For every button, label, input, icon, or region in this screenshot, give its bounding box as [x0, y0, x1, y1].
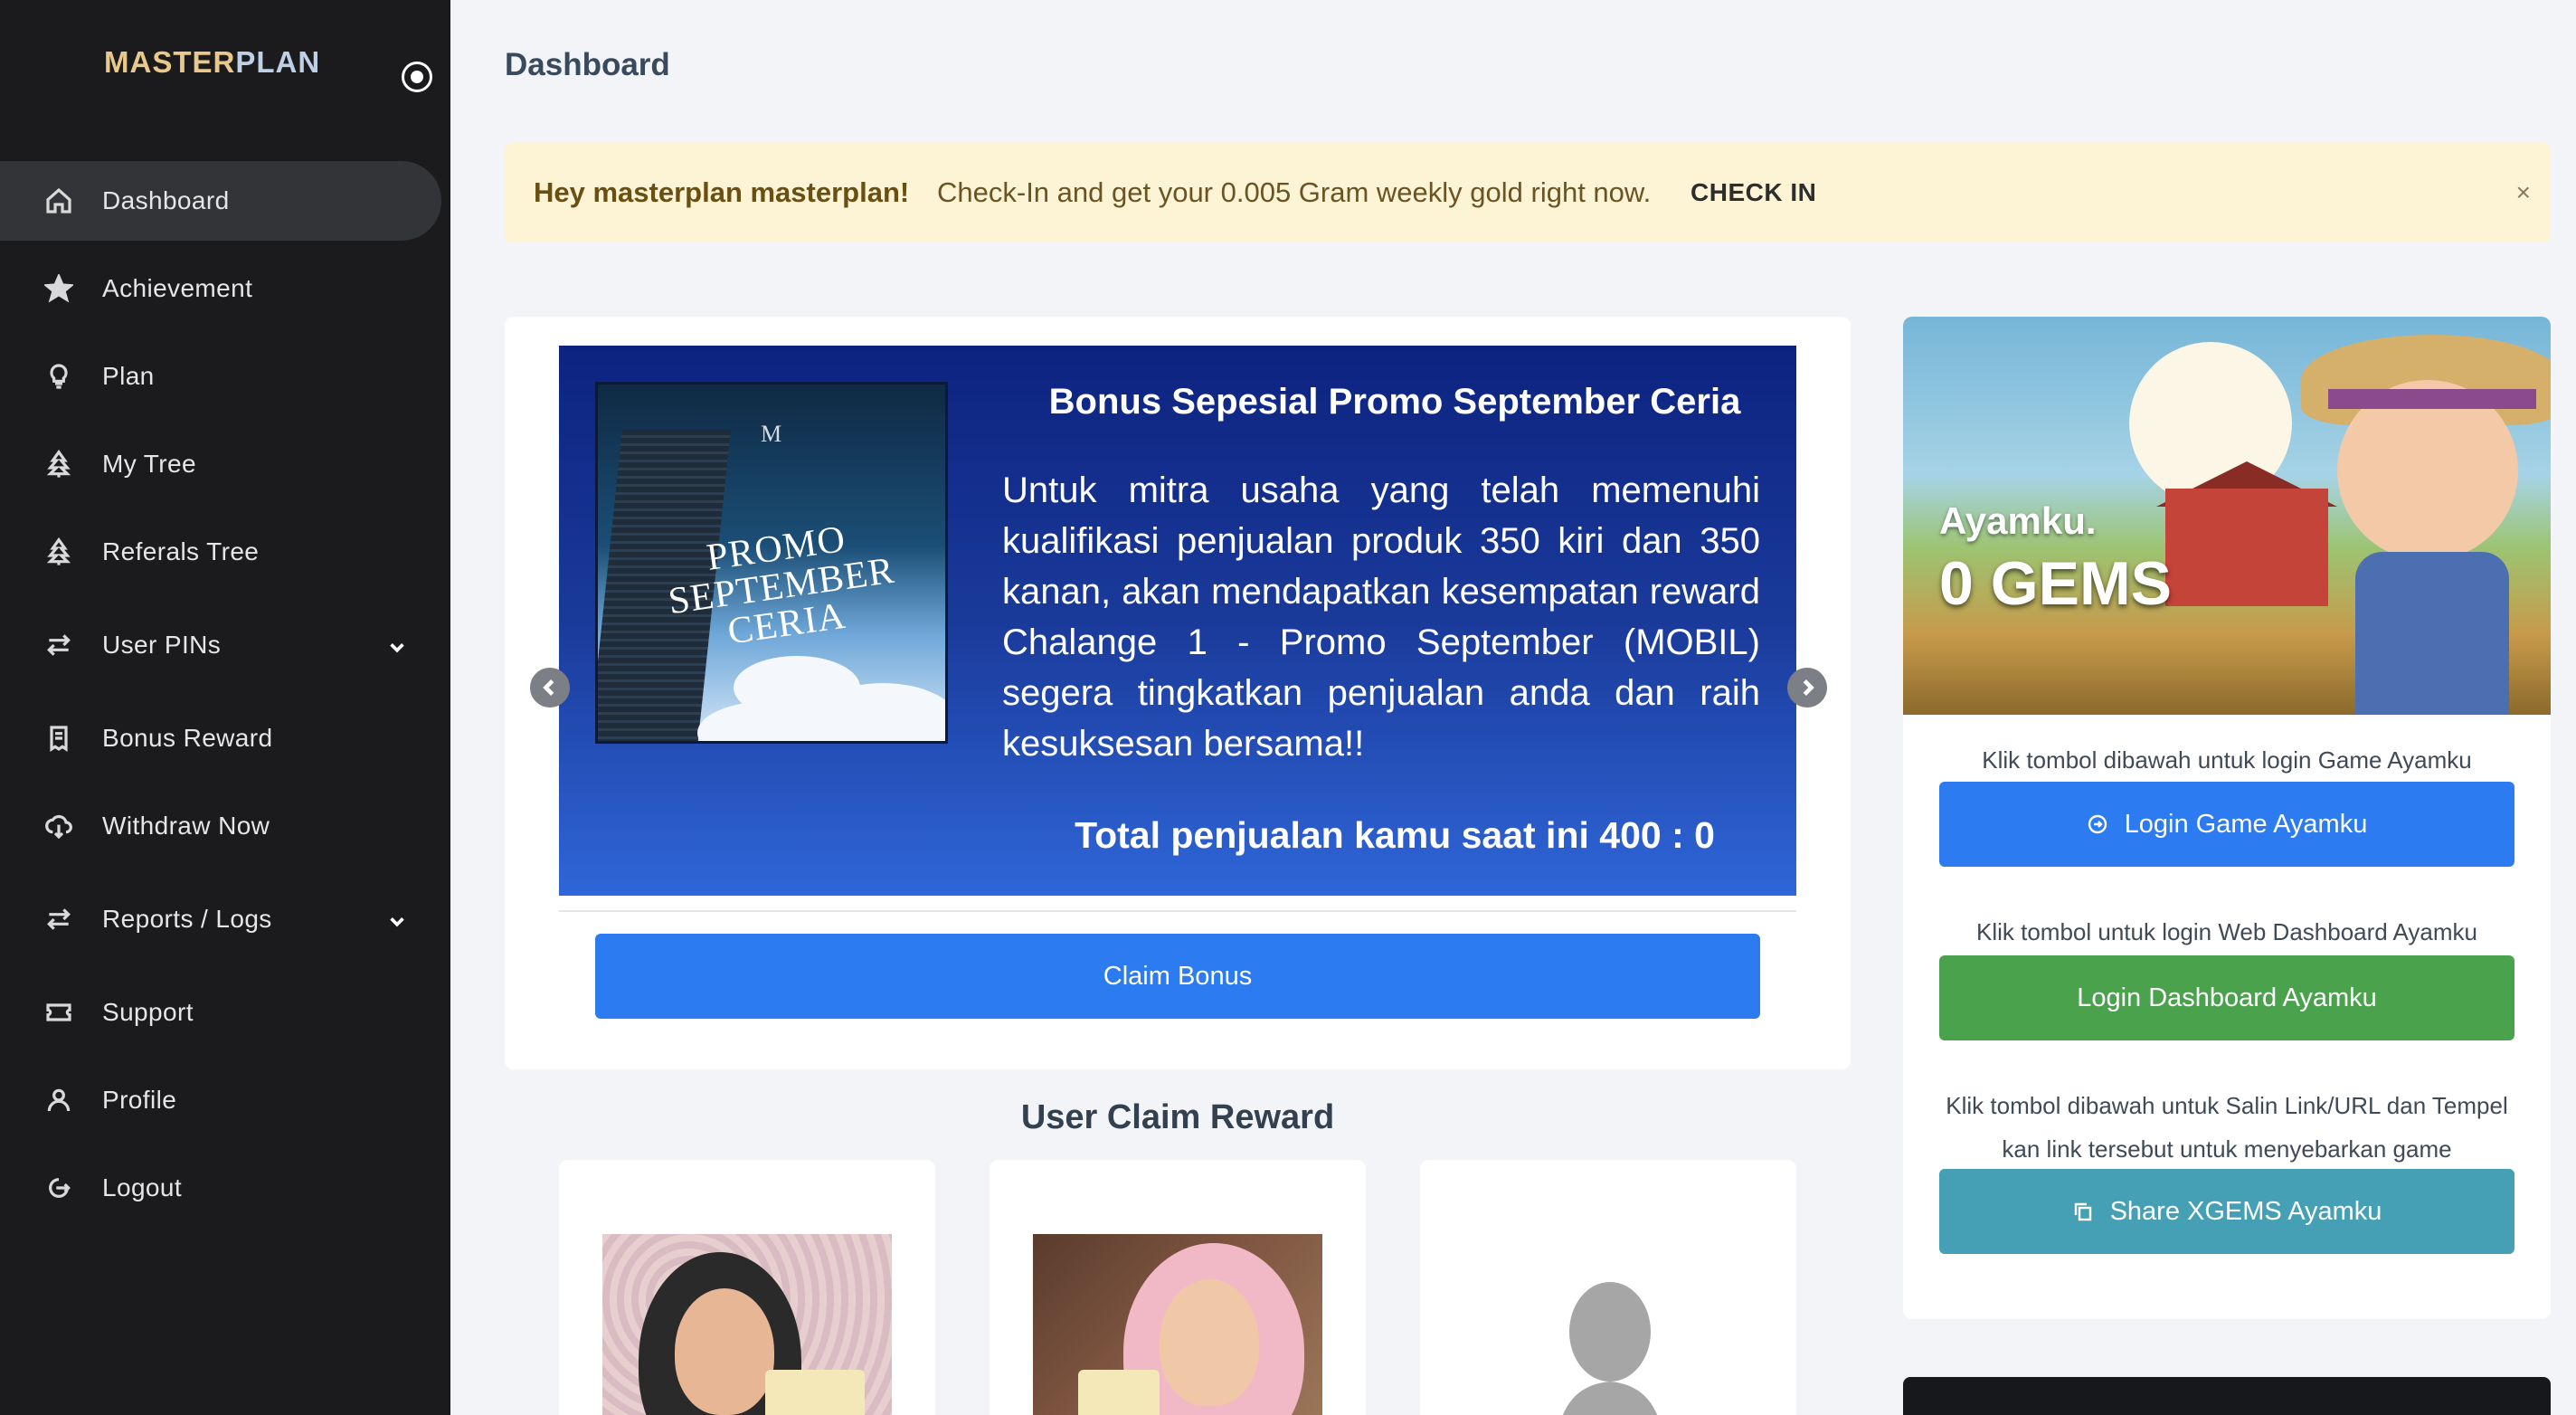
sidebar-item-logout[interactable]: Logout [0, 1148, 441, 1228]
user-photo [1033, 1234, 1322, 1415]
copy-icon [2074, 1202, 2091, 1221]
promo-slide: M PROMO SEPTEMBER CERIA Bonus Sepesial P… [559, 346, 1796, 896]
sidebar-item-referals-tree[interactable]: Referals Tree [0, 512, 441, 592]
login-game-button[interactable]: Login Game Ayamku [1939, 782, 2514, 867]
login-dashboard-button[interactable]: Login Dashboard Ayamku [1939, 955, 2514, 1040]
sidebar-item-label: Plan [102, 362, 155, 390]
chevron-right-icon [1803, 679, 1814, 696]
tree-icon [43, 449, 74, 480]
sidebar-toggle-icon[interactable] [402, 62, 432, 92]
sidebar-item-label: User PINs [102, 631, 222, 659]
login-game-hint: Klik tombol dibawah untuk login Game Aya… [1982, 746, 2472, 774]
ayamku-card: Ayamku. 0 GEMS Klik tombol dibawah untuk… [1903, 317, 2551, 1319]
sidebar-item-my-tree[interactable]: My Tree [0, 424, 441, 504]
sidebar-item-label: Support [102, 998, 194, 1026]
login-web-hint: Klik tombol untuk login Web Dashboard Ay… [1975, 918, 2477, 945]
alert-message: Check-In and get your 0.005 Gram weekly … [937, 176, 1652, 208]
logout-icon [43, 1173, 74, 1203]
checkin-alert: Hey masterplan masterplan! Check-In and … [505, 143, 2551, 242]
next-widget-card [1903, 1377, 2551, 1415]
promo-card: M PROMO SEPTEMBER CERIA Bonus Sepesial P… [505, 317, 1851, 1069]
sidebar-item-label: Achievement [102, 274, 253, 302]
app-logo[interactable]: MASTERPLAN [104, 45, 320, 80]
receipt-icon [43, 723, 74, 754]
check-in-link[interactable]: CHECK IN [1690, 178, 1816, 207]
sidebar-item-achievement[interactable]: Achievement [0, 249, 441, 328]
sidebar-item-label: Bonus Reward [102, 724, 273, 752]
promo-description: Untuk mitra usaha yang telah memenuhi ku… [1002, 470, 1760, 764]
sidebar-item-label: Withdraw Now [102, 812, 270, 840]
sidebar-item-label: Logout [102, 1173, 183, 1201]
swap-icon [43, 630, 74, 660]
close-icon[interactable]: × [2516, 178, 2531, 207]
lightbulb-icon [43, 361, 74, 392]
share-xgems-button[interactable]: Share XGEMS Ayamku [1939, 1169, 2514, 1254]
user-claim-reward-heading: User Claim Reward [1020, 1098, 1335, 1136]
sidebar-item-label: Profile [102, 1086, 177, 1114]
barn-graphic [2165, 489, 2328, 606]
product-box-graphic [1078, 1370, 1160, 1415]
promo-image: M PROMO SEPTEMBER CERIA [595, 382, 948, 744]
tree-icon [43, 537, 74, 567]
chevron-left-icon [543, 679, 554, 696]
ticket-icon [43, 997, 74, 1028]
chevron-down-icon[interactable] [387, 635, 407, 655]
chevron-down-icon[interactable] [387, 909, 407, 929]
login-icon [2088, 814, 2107, 834]
login-game-label: Login Game Ayamku [2124, 809, 2368, 839]
sidebar-item-label: Reports / Logs [102, 905, 272, 933]
gems-balance: 0 GEMS [1939, 549, 2172, 618]
divider [559, 910, 1796, 912]
sidebar-item-bonus-reward[interactable]: Bonus Reward [0, 698, 441, 778]
sidebar: MASTERPLAN Dashboard Achievement Plan My… [0, 0, 450, 1415]
face-graphic [1160, 1279, 1259, 1406]
ayamku-label: Ayamku. [1939, 499, 2097, 542]
promo-logo-mark: M [761, 421, 782, 447]
promo-sales-total: Total penjualan kamu saat ini 400 : 0 [1075, 814, 1715, 856]
sidebar-item-dashboard[interactable]: Dashboard [0, 161, 441, 241]
sidebar-item-support[interactable]: Support [0, 973, 441, 1052]
sidebar-item-label: Dashboard [102, 186, 230, 214]
page-title: Dashboard [505, 47, 670, 82]
user-icon [43, 1085, 74, 1116]
reward-claim-card[interactable] [1420, 1160, 1796, 1415]
sidebar-item-label: My Tree [102, 450, 196, 478]
star-icon [43, 273, 74, 304]
alert-greeting: Hey masterplan masterplan! [534, 176, 910, 208]
sidebar-item-plan[interactable]: Plan [0, 337, 441, 416]
sidebar-item-label: Referals Tree [102, 537, 260, 565]
farmer-body-graphic [2355, 552, 2509, 715]
carousel-next-button[interactable] [1787, 668, 1827, 708]
swap-icon [43, 904, 74, 935]
carousel-prev-button[interactable] [530, 668, 570, 708]
ayamku-banner: Ayamku. 0 GEMS [1903, 317, 2551, 715]
cloud-download-icon [43, 811, 74, 841]
home-icon [43, 185, 74, 216]
sidebar-item-user-pins[interactable]: User PINs [0, 605, 441, 685]
reward-claim-card[interactable] [559, 1160, 935, 1415]
login-dashboard-label: Login Dashboard Ayamku [2077, 983, 2377, 1012]
sidebar-item-profile[interactable]: Profile [0, 1060, 441, 1140]
reward-claim-card[interactable] [990, 1160, 1366, 1415]
face-graphic [675, 1288, 774, 1415]
promo-title: Bonus Sepesial Promo September Ceria [1048, 382, 1741, 422]
claim-bonus-button[interactable]: Claim Bonus [595, 934, 1760, 1019]
share-xgems-label: Share XGEMS Ayamku [2109, 1196, 2382, 1226]
topbar: Dashboard [450, 0, 2576, 136]
user-photo [602, 1234, 892, 1415]
product-box-graphic [765, 1370, 865, 1415]
share-hint: Klik tombol dibawah untuk Salin Link/URL… [1946, 1092, 2508, 1163]
hat-band-graphic [2328, 389, 2536, 409]
sidebar-item-reports-logs[interactable]: Reports / Logs [0, 879, 441, 959]
sidebar-item-withdraw-now[interactable]: Withdraw Now [0, 786, 441, 866]
default-avatar-icon [1562, 1282, 1658, 1415]
